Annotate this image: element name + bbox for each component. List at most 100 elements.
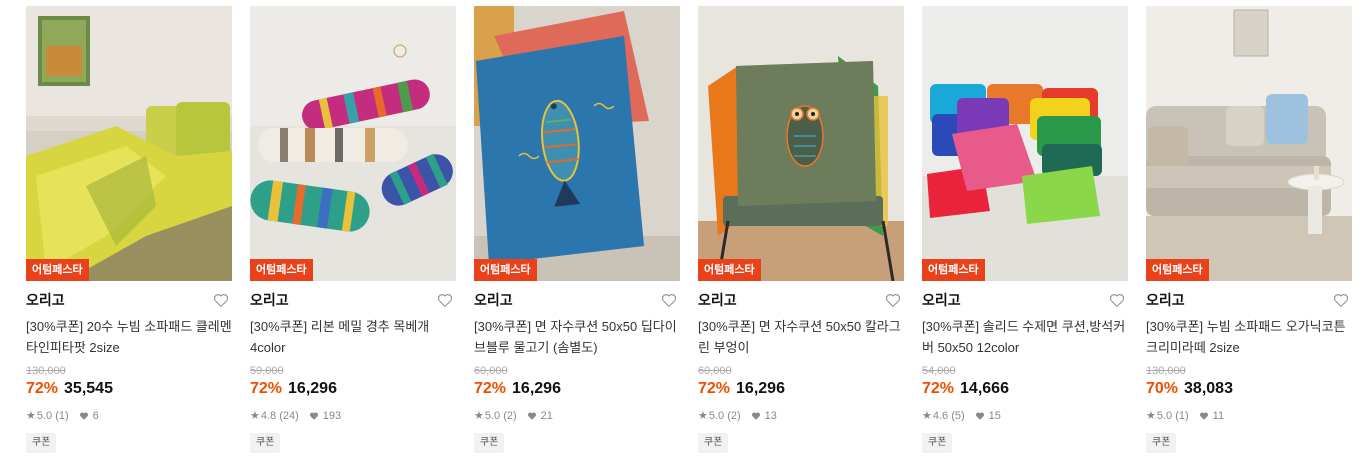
sale-price: 38,083: [1184, 380, 1233, 397]
star-icon: ★: [922, 410, 932, 422]
rating-text: 5.0 (2): [708, 410, 741, 422]
wishlist-heart-icon[interactable]: [660, 291, 678, 309]
review-stats: ★ 4.8 (24) 193: [250, 409, 456, 423]
promo-badge: 어텀페스타: [698, 259, 761, 281]
price-row: 70% 38,083: [1146, 379, 1352, 399]
brand-name[interactable]: 오리고: [26, 288, 232, 312]
product-image[interactable]: 어텀페스타: [474, 6, 680, 281]
coupon-tag: 쿠폰: [26, 433, 57, 453]
product-image[interactable]: 어텀페스타: [1146, 6, 1352, 281]
original-price: 60,000: [474, 365, 508, 377]
product-grid: 어텀페스타 오리고 [30%쿠폰] 20수 누빔 소파패드 클레멘타인피타팟 2…: [0, 0, 1368, 468]
like-count: 13: [764, 410, 777, 422]
heart-filled-icon: [751, 412, 760, 420]
brand-row: 오리고: [474, 288, 680, 312]
coupon-tag: 쿠폰: [474, 433, 505, 453]
original-price: 59,000: [250, 365, 284, 377]
product-card[interactable]: 어텀페스타 오리고 [30%쿠폰] 리본 메밀 경추 목베개 4color 59…: [250, 6, 456, 468]
review-stats: ★ 5.0 (1) 6: [26, 409, 232, 423]
star-icon: ★: [250, 410, 260, 422]
price-row: 72% 16,296: [698, 379, 904, 399]
discount-rate: 72%: [698, 380, 731, 397]
product-title[interactable]: [30%쿠폰] 누빔 소파패드 오가닉코튼 크리미라떼 2size: [1146, 316, 1352, 360]
brand-row: 오리고: [922, 288, 1128, 312]
product-image[interactable]: 어텀페스타: [250, 6, 456, 281]
star-icon: ★: [1146, 410, 1156, 422]
product-card[interactable]: 어텀페스타 오리고 [30%쿠폰] 솔리드 수제면 쿠션,방석커버 50x50 …: [922, 6, 1128, 468]
sale-price: 16,296: [512, 380, 561, 397]
review-stats: ★ 5.0 (1) 11: [1146, 409, 1352, 423]
rating-text: 4.6 (5): [932, 410, 965, 422]
coupon-tag: 쿠폰: [922, 433, 953, 453]
rating-text: 4.8 (24): [260, 410, 299, 422]
wishlist-heart-icon[interactable]: [1332, 291, 1350, 309]
product-image[interactable]: 어텀페스타: [698, 6, 904, 281]
discount-rate: 70%: [1146, 380, 1179, 397]
rating-text: 5.0 (2): [484, 410, 517, 422]
discount-rate: 72%: [26, 380, 59, 397]
product-card[interactable]: 어텀페스타 오리고 [30%쿠폰] 면 자수쿠션 50x50 칼라그린 부엉이 …: [698, 6, 904, 468]
star-icon: ★: [26, 410, 36, 422]
heart-filled-icon: [1199, 412, 1208, 420]
sale-price: 16,296: [288, 380, 337, 397]
rating-text: 5.0 (1): [36, 410, 69, 422]
like-count: 6: [92, 410, 99, 422]
star-icon: ★: [698, 410, 708, 422]
promo-badge: 어텀페스타: [922, 259, 985, 281]
like-count: 21: [540, 410, 553, 422]
like-count: 15: [988, 410, 1001, 422]
review-stats: ★ 4.6 (5) 15: [922, 409, 1128, 423]
price-row: 72% 35,545: [26, 379, 232, 399]
brand-row: 오리고: [250, 288, 456, 312]
price-row: 72% 14,666: [922, 379, 1128, 399]
product-image[interactable]: 어텀페스타: [922, 6, 1128, 281]
discount-rate: 72%: [922, 380, 955, 397]
original-price: 130,000: [1146, 365, 1186, 377]
product-card[interactable]: 어텀페스타 오리고 [30%쿠폰] 면 자수쿠션 50x50 딥다이브블루 물고…: [474, 6, 680, 468]
original-price: 130,000: [26, 365, 66, 377]
sale-price: 14,666: [960, 380, 1009, 397]
product-image[interactable]: 어텀페스타: [26, 6, 232, 281]
brand-name[interactable]: 오리고: [698, 288, 904, 312]
coupon-tag: 쿠폰: [250, 433, 281, 453]
product-photo-sofa-yellow: [26, 6, 232, 281]
brand-name[interactable]: 오리고: [474, 288, 680, 312]
brand-row: 오리고: [26, 288, 232, 312]
original-price: 60,000: [698, 365, 732, 377]
heart-filled-icon: [79, 412, 88, 420]
product-card[interactable]: 어텀페스타 오리고 [30%쿠폰] 20수 누빔 소파패드 클레멘타인피타팟 2…: [26, 6, 232, 468]
brand-row: 오리고: [698, 288, 904, 312]
wishlist-heart-icon[interactable]: [436, 291, 454, 309]
product-photo-fish-cushion: [474, 6, 680, 281]
wishlist-heart-icon[interactable]: [1108, 291, 1126, 309]
heart-filled-icon: [309, 412, 318, 420]
wishlist-heart-icon[interactable]: [212, 291, 230, 309]
brand-name[interactable]: 오리고: [250, 288, 456, 312]
brand-name[interactable]: 오리고: [1146, 288, 1352, 312]
coupon-tag: 쿠폰: [698, 433, 729, 453]
brand-name[interactable]: 오리고: [922, 288, 1128, 312]
product-title[interactable]: [30%쿠폰] 솔리드 수제면 쿠션,방석커버 50x50 12color: [922, 316, 1128, 360]
product-title[interactable]: [30%쿠폰] 리본 메밀 경추 목베개 4color: [250, 316, 456, 360]
product-title[interactable]: [30%쿠폰] 면 자수쿠션 50x50 딥다이브블루 물고기 (솜별도): [474, 316, 680, 360]
discount-rate: 72%: [474, 380, 507, 397]
product-photo-beige-sofa: [1146, 6, 1352, 281]
sale-price: 35,545: [64, 380, 113, 397]
star-icon: ★: [474, 410, 484, 422]
promo-badge: 어텀페스타: [250, 259, 313, 281]
wishlist-heart-icon[interactable]: [884, 291, 902, 309]
promo-badge: 어텀페스타: [474, 259, 537, 281]
product-title[interactable]: [30%쿠폰] 20수 누빔 소파패드 클레멘타인피타팟 2size: [26, 316, 232, 360]
review-stats: ★ 5.0 (2) 13: [698, 409, 904, 423]
discount-rate: 72%: [250, 380, 283, 397]
promo-badge: 어텀페스타: [26, 259, 89, 281]
product-title[interactable]: [30%쿠폰] 면 자수쿠션 50x50 칼라그린 부엉이: [698, 316, 904, 360]
original-price: 54,000: [922, 365, 956, 377]
promo-badge: 어텀페스타: [1146, 259, 1209, 281]
review-stats: ★ 5.0 (2) 21: [474, 409, 680, 423]
sale-price: 16,296: [736, 380, 785, 397]
product-card[interactable]: 어텀페스타 오리고 [30%쿠폰] 누빔 소파패드 오가닉코튼 크리미라떼 2s…: [1146, 6, 1352, 468]
heart-filled-icon: [527, 412, 536, 420]
price-row: 72% 16,296: [250, 379, 456, 399]
rating-text: 5.0 (1): [1156, 410, 1189, 422]
